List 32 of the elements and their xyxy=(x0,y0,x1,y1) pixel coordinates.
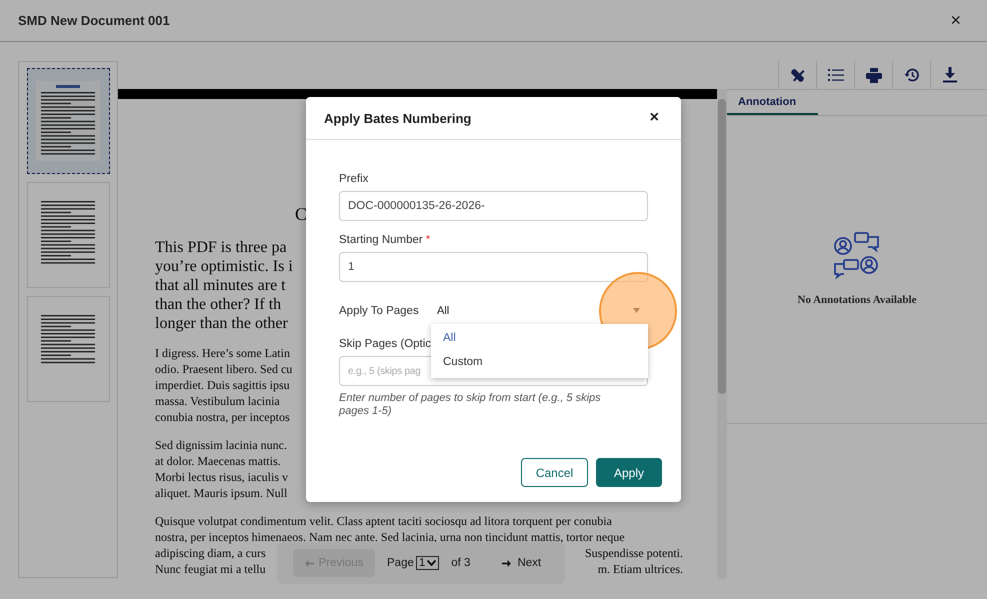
field-label: Starting Number xyxy=(339,233,423,247)
document-text-line: Sed dignissim lacinia nunc. xyxy=(155,437,287,453)
document-text-line: nostra, per inceptos himenaeos. Nam nec ante. Sed lacinia, urna non tincidunt mattis, tortor neque xyxy=(155,529,625,545)
dialog-title: Apply Bates Numbering xyxy=(324,110,472,126)
field-label: Apply To Pages xyxy=(339,305,420,317)
empty-state-text: No Annotations Available xyxy=(798,294,916,306)
document-text-line: you’re optimistic. Is i xyxy=(155,257,293,276)
document-text-line: aliquet. Mauris ipsum. Null xyxy=(155,485,288,501)
field-label: Skip Pages (Optic xyxy=(339,337,432,351)
window-title: SMD New Document 001 xyxy=(18,13,170,28)
document-text-line: at dolor. Maecenas mattis. xyxy=(155,453,281,469)
document-text-line: adipiscing diam, a curs xyxy=(155,545,266,561)
document-text-line: odio. Praesent libero. Sed cu xyxy=(155,361,292,377)
field-label: Prefix xyxy=(339,172,368,186)
document-text-line: Morbi lectus risus, iaculis v xyxy=(155,469,288,485)
document-text-line: imperdiet. Duis sagittis ipsu xyxy=(155,377,290,393)
document-text-line: conubia nostra, per inceptos xyxy=(155,409,290,425)
document-heading: C xyxy=(295,203,308,225)
help-text: Enter number of pages to skip from start (e.g., 5 skips pages 1-5) xyxy=(339,392,602,418)
document-text-line: Nunc feugiat mi a tellu xyxy=(155,561,266,577)
document-text-line: Quisque volutpat condimentum velit. Class aptent taciti sociosqu ad litora torquent per conubia xyxy=(155,513,612,529)
required-mark: * xyxy=(426,233,430,247)
document-text-line: m. Etiam ultrices. xyxy=(598,561,683,577)
document-text-line: than the other? If th xyxy=(155,295,282,314)
document-text-line: that all minutes are t xyxy=(155,276,286,295)
document-text-line: I digress. Here’s some Latin xyxy=(155,345,290,361)
document-text-line: longer than the other xyxy=(155,314,288,333)
page-label: Page xyxy=(387,557,414,569)
page-count: of 3 xyxy=(451,557,470,569)
document-text-line: Suspendisse potenti. xyxy=(585,545,683,561)
document-text-line: This PDF is three pa xyxy=(155,238,287,257)
document-text-line: massa. Vestibulum lacinia xyxy=(155,393,280,409)
